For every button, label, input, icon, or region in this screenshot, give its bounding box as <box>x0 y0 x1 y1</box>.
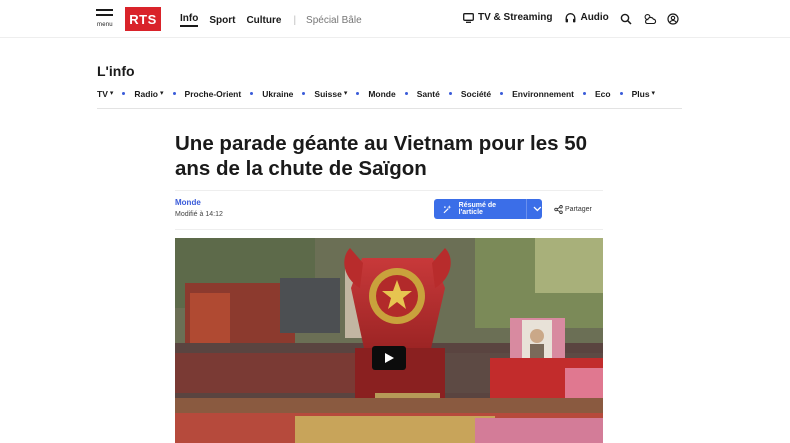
tv-streaming-link[interactable]: TV & Streaming <box>463 12 552 23</box>
subnav-separator <box>356 92 360 95</box>
article-summary-label: Résumé de l'article <box>458 202 497 216</box>
article-video[interactable] <box>175 238 603 443</box>
menu-button[interactable]: menu <box>96 9 116 31</box>
chevron-down-icon: ▾ <box>160 90 164 97</box>
audio-link[interactable]: Audio <box>565 12 609 23</box>
hamburger-icon <box>96 9 113 11</box>
subnav-separator <box>172 92 176 95</box>
video-thumbnail <box>175 238 603 443</box>
chevron-down-icon: ▾ <box>343 90 348 97</box>
rts-logo[interactable]: RTS <box>125 7 161 31</box>
subnav-separator <box>250 92 254 95</box>
weather-icon[interactable] <box>643 13 657 25</box>
sparkle-icon <box>443 204 452 213</box>
article-meta: Monde Modifié à 14:12 Résumé de l'articl… <box>175 190 603 230</box>
summary-button-divider <box>526 199 528 219</box>
subnav-item-eco[interactable]: Eco <box>595 89 611 99</box>
share-button[interactable]: Partager <box>554 205 592 214</box>
share-label: Partager <box>565 206 592 213</box>
article-rubric-link[interactable]: Monde <box>175 198 201 207</box>
subnav-item-soci-t-[interactable]: Société <box>461 89 491 99</box>
article-headline: Une parade géante au Vietnam pour les 50… <box>175 132 588 180</box>
section-title[interactable]: L'info <box>97 63 135 79</box>
top-header: menu RTS Info Sport Culture | Spécial Bâ… <box>0 0 790 38</box>
audio-label: Audio <box>580 12 609 23</box>
subnav-separator <box>500 92 504 95</box>
subnav-item-monde[interactable]: Monde <box>368 89 395 99</box>
subnav-item-tv[interactable]: TV <box>97 89 108 99</box>
main-nav: Info Sport Culture | Spécial Bâle <box>180 13 362 27</box>
subnav-separator <box>122 92 126 95</box>
tv-icon <box>463 12 474 23</box>
menu-label: menu <box>97 22 113 28</box>
right-nav: TV & Streaming Audio <box>463 12 622 23</box>
share-icon <box>554 205 563 214</box>
play-icon <box>385 353 394 363</box>
subnav-item-ukraine[interactable]: Ukraine <box>262 89 293 99</box>
article-modified-time: Modifié à 14:12 <box>175 211 223 218</box>
nav-culture[interactable]: Culture <box>246 15 281 26</box>
section-subnav: TV ▾ Radio ▾ Proche-Orient Ukraine Suisse ▾ Mond… <box>97 89 682 109</box>
subnav-item-environnement[interactable]: Environnement <box>512 89 574 99</box>
video-play-button[interactable] <box>372 346 406 370</box>
nav-info[interactable]: Info <box>180 13 199 27</box>
nav-divider: | <box>293 14 297 26</box>
subnav-separator <box>302 92 306 95</box>
subnav-separator <box>619 92 623 95</box>
subnav-separator <box>448 92 452 95</box>
chevron-down-icon <box>533 206 542 212</box>
subnav-item-suisse[interactable]: Suisse <box>314 89 341 99</box>
subnav-item-radio[interactable]: Radio <box>134 89 158 99</box>
subnav-separator <box>404 92 408 95</box>
search-icon[interactable] <box>620 13 632 25</box>
chevron-down-icon: ▾ <box>651 90 656 97</box>
subnav-item-proche-orient[interactable]: Proche-Orient <box>185 89 242 99</box>
tv-streaming-label: TV & Streaming <box>478 12 553 23</box>
subnav-item-sant-[interactable]: Santé <box>417 89 440 99</box>
article-summary-button[interactable]: Résumé de l'article <box>434 199 542 219</box>
nav-special-bale[interactable]: Spécial Bâle <box>306 15 362 26</box>
nav-sport[interactable]: Sport <box>209 15 235 26</box>
hamburger-icon-bar <box>96 14 113 16</box>
subnav-separator <box>583 92 586 95</box>
headphones-icon <box>566 12 576 22</box>
account-icon[interactable] <box>667 13 679 25</box>
subnav-item-plus[interactable]: Plus <box>632 89 650 99</box>
chevron-down-icon: ▾ <box>109 90 114 97</box>
